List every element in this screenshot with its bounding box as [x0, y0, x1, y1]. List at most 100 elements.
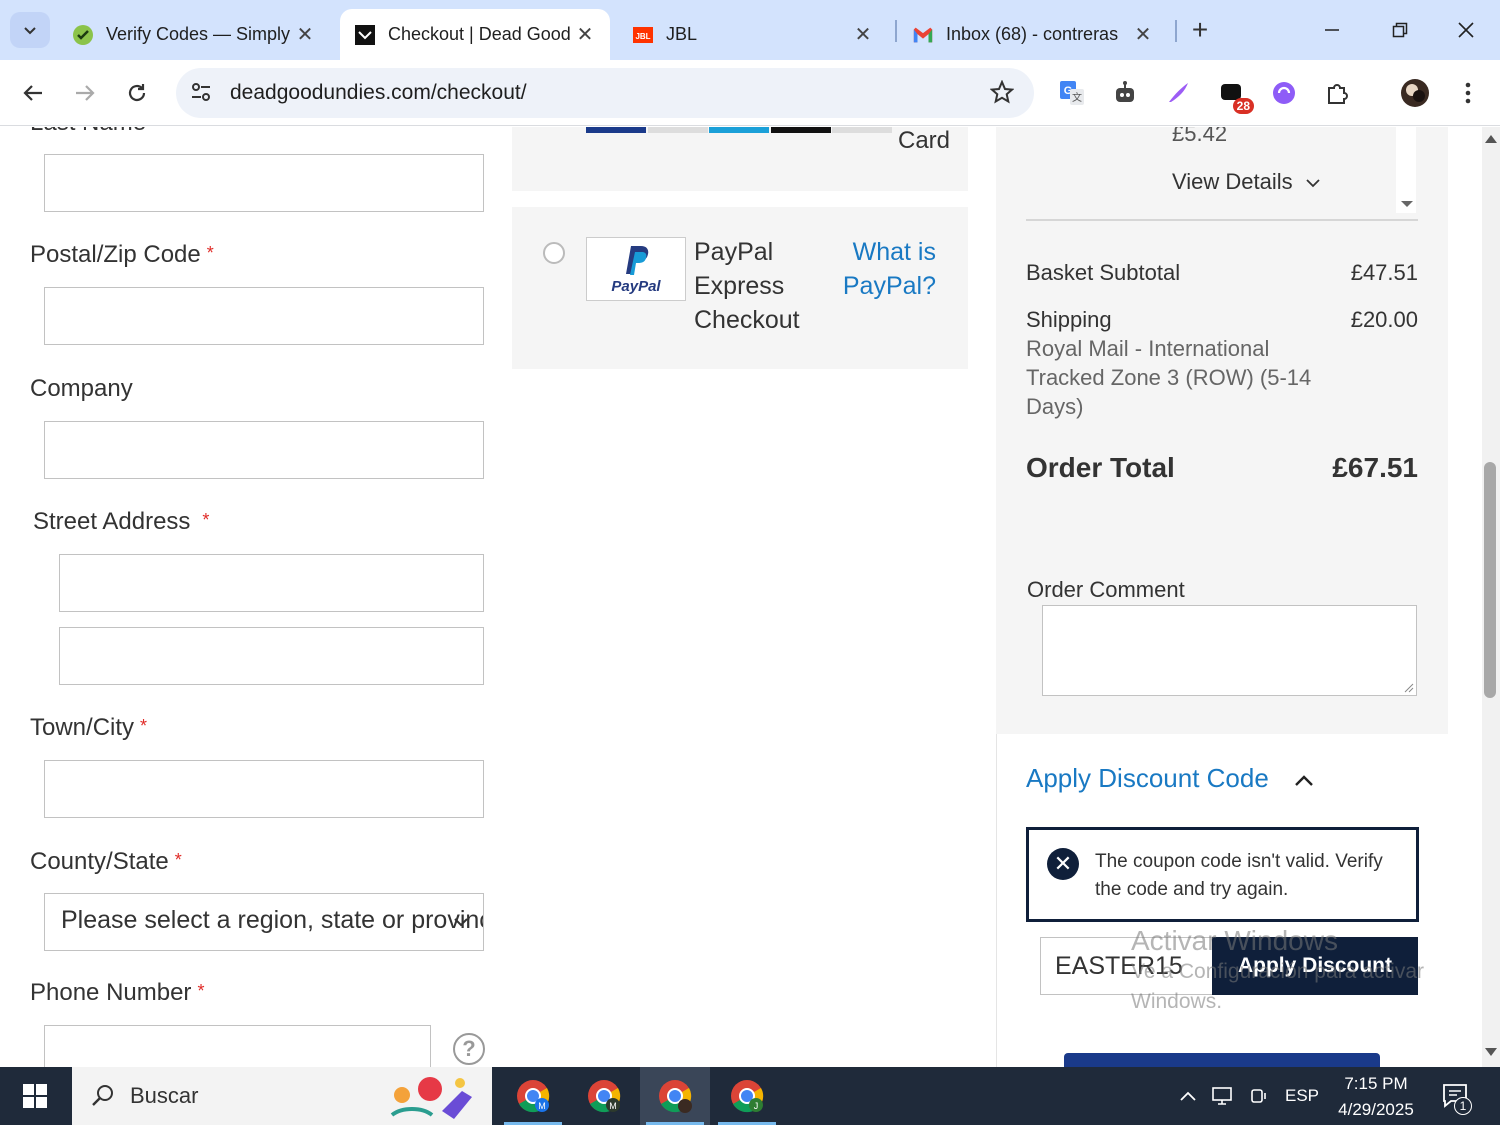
new-tab-button[interactable]: +: [1184, 14, 1216, 46]
company-input[interactable]: [44, 421, 484, 479]
basket-subtotal-label: Basket Subtotal: [1026, 260, 1181, 285]
google-translate-icon[interactable]: G文: [1055, 76, 1089, 110]
close-icon[interactable]: ✕: [1132, 24, 1154, 46]
quill-extension-icon[interactable]: [1161, 76, 1195, 110]
tab-gmail[interactable]: Inbox (68) - contreras ✕: [898, 9, 1168, 60]
taskbar-chrome-m-2[interactable]: M: [569, 1067, 639, 1125]
paypal-logo: PayPal: [586, 237, 686, 301]
restore-button[interactable]: [1380, 12, 1420, 48]
tab-separator: [1175, 20, 1177, 42]
street-address-line2-input[interactable]: [59, 627, 484, 685]
close-window-button[interactable]: [1446, 12, 1486, 48]
basket-subtotal-value: £47.51: [1350, 260, 1418, 285]
paypal-label: PayPal Express Checkout: [694, 238, 800, 334]
coupon-error-text: The coupon code isn't valid. Verify the …: [1095, 851, 1383, 900]
town-city-label: Town/City *: [30, 714, 148, 741]
required-mark: *: [202, 510, 210, 530]
view-details-label: View Details: [1172, 169, 1293, 194]
last-name-input[interactable]: [44, 154, 484, 212]
apply-discount-toggle[interactable]: Apply Discount Code: [1026, 763, 1314, 794]
scroll-down-arrow-icon[interactable]: [1400, 199, 1414, 209]
taskbar-clock[interactable]: 7:15 PM 4/29/2025: [1330, 1071, 1422, 1123]
address-bar[interactable]: deadgoodundies.com/checkout/: [176, 68, 1034, 118]
order-total-label: Order Total: [1026, 452, 1175, 483]
scrollbar-thumb[interactable]: [1484, 462, 1496, 698]
tab-separator: [895, 20, 897, 42]
what-is-paypal-link[interactable]: What is PayPal?: [840, 235, 936, 303]
tab-verify-codes[interactable]: Verify Codes — Simply ✕: [58, 9, 330, 60]
back-button[interactable]: [14, 74, 52, 112]
tab-title: JBL: [666, 24, 698, 44]
taskbar-chrome-j[interactable]: J: [712, 1067, 782, 1125]
network-icon[interactable]: [1208, 1067, 1238, 1125]
scroll-up-arrow-icon[interactable]: [1485, 135, 1497, 143]
tab-title: Checkout | Dead Good: [388, 24, 571, 44]
town-city-input[interactable]: [44, 760, 484, 818]
taskbar-chrome-m-1[interactable]: M: [498, 1067, 568, 1125]
close-icon[interactable]: ✕: [574, 24, 596, 46]
discount-code-input[interactable]: EASTER15: [1040, 937, 1216, 995]
tab-search-button[interactable]: [10, 12, 50, 48]
volume-icon[interactable]: [1244, 1067, 1274, 1125]
svg-text:J: J: [754, 1101, 759, 1111]
chat-extension-icon[interactable]: 28: [1214, 76, 1254, 114]
street-address-line1-input[interactable]: [59, 554, 484, 612]
robot-extension-icon[interactable]: [1108, 76, 1142, 110]
bookmark-star-icon[interactable]: [989, 79, 1015, 109]
start-button[interactable]: [0, 1067, 70, 1125]
show-hidden-icons-button[interactable]: [1174, 1067, 1202, 1125]
county-state-select[interactable]: Please select a region, state or provinc…: [44, 893, 484, 951]
forward-button[interactable]: [66, 74, 104, 112]
tab-jbl[interactable]: JBL JBL ✕: [618, 9, 888, 60]
minimize-icon: [1325, 29, 1339, 31]
close-icon[interactable]: ✕: [294, 24, 316, 46]
arrow-right-icon: [76, 85, 95, 101]
required-mark: *: [140, 716, 148, 736]
clock-time: 7:15 PM: [1344, 1074, 1408, 1093]
browser-menu-icon[interactable]: [1451, 76, 1485, 110]
last-name-label: Last Name: [30, 127, 146, 137]
order-comment-textarea[interactable]: [1042, 605, 1417, 696]
extensions-puzzle-icon[interactable]: [1320, 76, 1354, 110]
help-icon[interactable]: ?: [453, 1033, 485, 1065]
apply-discount-button[interactable]: Apply Discount: [1212, 937, 1418, 995]
gmail-favicon-icon: [912, 24, 934, 46]
order-total-value: £67.51: [1332, 452, 1418, 483]
purple-extension-icon[interactable]: [1267, 76, 1301, 110]
resize-handle-icon[interactable]: [1404, 683, 1414, 693]
taskbar-chrome-active[interactable]: [640, 1067, 710, 1125]
profile-avatar[interactable]: [1398, 76, 1432, 110]
extension-badge: 28: [1232, 98, 1254, 114]
reload-button[interactable]: [118, 74, 156, 112]
notifications-button[interactable]: 1: [1434, 1067, 1478, 1125]
language-indicator[interactable]: ESP: [1280, 1067, 1324, 1125]
svg-text:M: M: [538, 1101, 546, 1111]
tab-checkout[interactable]: Checkout | Dead Good ✕: [340, 9, 610, 60]
site-settings-icon[interactable]: [190, 81, 212, 108]
apply-discount-label: Apply Discount Code: [1026, 763, 1269, 793]
taskbar-search[interactable]: Buscar: [72, 1067, 492, 1125]
chevron-up-icon: [1295, 775, 1313, 786]
clock-date: 4/29/2025: [1338, 1100, 1414, 1119]
shipping-label: Shipping: [1026, 307, 1112, 332]
phone-number-label: Phone Number *: [30, 979, 205, 1006]
county-state-label: County/State *: [30, 848, 182, 875]
card-logo-icon: [648, 127, 708, 133]
minimize-button[interactable]: [1312, 12, 1352, 48]
url-text[interactable]: deadgoodundies.com/checkout/: [230, 81, 527, 105]
place-order-button[interactable]: [1064, 1053, 1380, 1067]
arrow-left-icon: [23, 85, 42, 101]
paypal-radio[interactable]: [543, 242, 565, 264]
postal-code-input[interactable]: [44, 287, 484, 345]
close-icon[interactable]: ✕: [852, 24, 874, 46]
view-details-toggle[interactable]: View Details: [1172, 169, 1321, 195]
shipping-value: £20.00: [1350, 307, 1418, 332]
chevron-up-icon: [1180, 1091, 1196, 1101]
scroll-down-arrow-icon[interactable]: [1485, 1048, 1497, 1056]
restore-icon: [1392, 22, 1408, 38]
page-scrollbar[interactable]: [1482, 127, 1500, 1067]
chrome-icon: M: [517, 1080, 550, 1113]
order-comment-label: Order Comment: [1027, 577, 1185, 602]
summary-divider: [1026, 219, 1418, 221]
phone-number-input[interactable]: [44, 1025, 431, 1067]
